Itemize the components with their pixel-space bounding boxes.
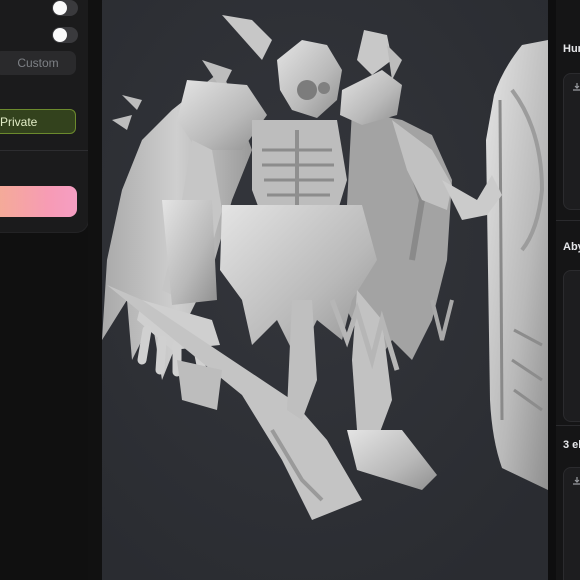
custom-option-field[interactable]: Custom	[0, 51, 76, 75]
model-viewport[interactable]	[102, 0, 548, 580]
section-title-1: Hun	[563, 43, 580, 55]
panel-divider	[0, 150, 88, 151]
model-list-panel: Hun Aby 3 el	[556, 0, 580, 580]
panel-gutter	[88, 0, 102, 580]
section-title-3: 3 el	[563, 439, 580, 451]
download-icon[interactable]	[572, 82, 580, 92]
toggle-switch-2[interactable]	[52, 27, 78, 43]
list-divider	[556, 220, 580, 221]
settings-panel: Custom Private	[0, 0, 88, 232]
shield-shape	[486, 40, 548, 490]
skeleton-knight-model	[102, 0, 548, 580]
download-icon[interactable]	[572, 476, 580, 486]
model-card-2[interactable]	[563, 270, 580, 422]
private-visibility-button[interactable]: Private	[0, 109, 76, 134]
toggle-switch-1[interactable]	[52, 0, 78, 16]
list-divider	[556, 425, 580, 426]
section-title-2: Aby	[563, 241, 580, 253]
toggle-knob	[53, 1, 67, 15]
model-card-3[interactable]	[563, 467, 580, 580]
toggle-knob	[53, 28, 67, 42]
viewport-scrollbar[interactable]	[548, 0, 556, 580]
model-card-1[interactable]	[563, 73, 580, 210]
generate-button[interactable]	[0, 186, 77, 217]
